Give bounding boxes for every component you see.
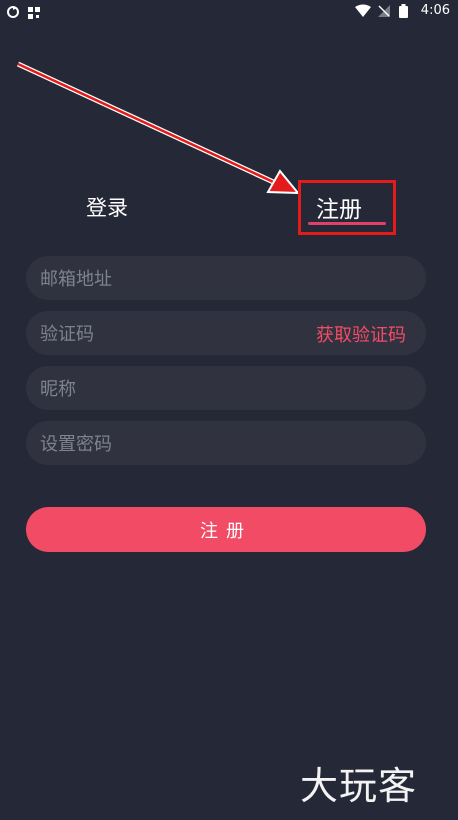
tab-login[interactable]: 登录	[86, 192, 128, 222]
password-field[interactable]	[26, 421, 426, 467]
get-code-button[interactable]: 获取验证码	[316, 321, 406, 347]
password-input[interactable]	[38, 421, 302, 467]
register-button[interactable]: 注册	[26, 507, 426, 552]
annotation-highlight-box	[298, 180, 396, 235]
nickname-field[interactable]	[26, 366, 426, 412]
watermark: 大玩客	[300, 764, 418, 808]
email-input[interactable]	[38, 256, 302, 302]
email-field[interactable]	[26, 256, 426, 302]
code-field[interactable]: 获取验证码	[26, 311, 426, 357]
verification-code-input[interactable]	[38, 311, 302, 357]
nickname-input[interactable]	[38, 366, 302, 412]
